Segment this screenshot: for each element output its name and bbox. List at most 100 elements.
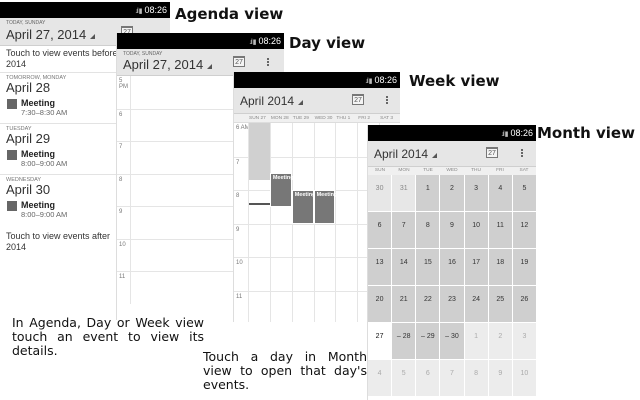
month-day-cell[interactable]: 7: [440, 360, 464, 396]
month-day-cell[interactable]: 14: [392, 249, 416, 285]
month-day-cell[interactable]: 1: [464, 323, 488, 359]
month-day-cell[interactable]: 4: [488, 175, 512, 211]
month-day-cell[interactable]: 17: [464, 249, 488, 285]
month-caption: Month view: [537, 124, 635, 142]
current-date: April 27, 2014: [6, 27, 87, 42]
month-day-cell[interactable]: 11: [488, 212, 512, 248]
date-selector[interactable]: April 27, 2014: [6, 27, 96, 42]
status-time: 08:26: [258, 36, 281, 46]
hour-label: 11: [236, 293, 243, 300]
hour-label: 7: [119, 144, 123, 150]
day-column-divider: [269, 123, 271, 322]
month-selector[interactable]: April 2014: [374, 147, 438, 161]
month-day-cell[interactable]: 25: [488, 286, 512, 322]
week-day-label[interactable]: THU 1: [336, 116, 350, 121]
hour-label: 7: [236, 159, 240, 166]
status-time: 08:26: [374, 75, 397, 85]
month-day-cell[interactable]: – 29: [416, 323, 440, 359]
month-day-cell[interactable]: 3: [512, 323, 536, 359]
month-day-cell[interactable]: 31: [392, 175, 416, 211]
current-time-indicator: [249, 203, 270, 205]
status-bar: .ıl ▮ 08:26: [0, 2, 170, 18]
day-column-divider: [335, 123, 337, 322]
day-column-divider: [357, 123, 359, 322]
month-day-cell[interactable]: 23: [440, 286, 464, 322]
month-day-cell[interactable]: 9: [488, 360, 512, 396]
today-label: TODAY, SUNDAY: [6, 20, 46, 26]
month-day-cell[interactable]: 8: [464, 360, 488, 396]
month-day-cell[interactable]: 2: [440, 175, 464, 211]
hour-label: 11: [119, 274, 126, 280]
hour-label: 10: [119, 241, 126, 248]
week-event[interactable]: Meeting: [291, 190, 315, 224]
week-day-label[interactable]: WED 30: [315, 116, 333, 121]
agenda-caption: Agenda view: [175, 5, 284, 23]
overflow-menu-icon[interactable]: [267, 58, 270, 67]
today-calendar-icon[interactable]: 27: [486, 147, 498, 158]
overflow-menu-icon[interactable]: [386, 96, 389, 105]
month-day-cell[interactable]: 4: [368, 360, 392, 396]
hour-label: 9: [236, 226, 240, 233]
week-caption: Week view: [409, 72, 500, 90]
month-day-cell[interactable]: 20: [368, 286, 392, 322]
weekday-label: FRI: [496, 168, 504, 173]
month-day-cell[interactable]: 18: [488, 249, 512, 285]
month-day-cell[interactable]: 3: [464, 175, 488, 211]
dropdown-arrow-icon: [90, 34, 96, 39]
month-day-cell[interactable]: 6: [368, 212, 392, 248]
signal-icon: .ıl ▮: [135, 8, 142, 15]
week-day-label[interactable]: FRI 2: [358, 116, 370, 121]
weekday-label: SAT: [519, 168, 529, 173]
month-day-cell[interactable]: – 28: [392, 323, 416, 359]
month-day-cell[interactable]: 5: [512, 175, 536, 211]
month-day-cell[interactable]: 22: [416, 286, 440, 322]
month-day-cell[interactable]: 21: [392, 286, 416, 322]
event-color-icon: [7, 99, 17, 109]
month-day-cell[interactable]: 10: [512, 360, 536, 396]
month-day-cell[interactable]: 5: [392, 360, 416, 396]
today-calendar-icon[interactable]: 27: [352, 94, 364, 105]
date-selector[interactable]: April 27, 2014: [123, 57, 213, 72]
month-day-cell[interactable]: – 30: [440, 323, 464, 359]
dropdown-arrow-icon: [207, 64, 213, 69]
month-day-cell[interactable]: 19: [512, 249, 536, 285]
week-event[interactable]: Meeting: [313, 190, 337, 224]
month-day-cell[interactable]: 6: [416, 360, 440, 396]
week-day-label[interactable]: SUN 27: [249, 116, 266, 121]
month-day-cell[interactable]: 10: [464, 212, 488, 248]
month-day-cell[interactable]: 16: [440, 249, 464, 285]
agenda-day-week-note: In Agenda, Day or Week view touch an eve…: [12, 315, 204, 358]
status-bar: .ıl ▮ 08:26: [117, 33, 284, 49]
month-day-cell[interactable]: 1: [416, 175, 440, 211]
month-day-cell[interactable]: 2: [488, 323, 512, 359]
current-date: April 27, 2014: [123, 57, 204, 72]
month-app-bar: April 2014 27: [368, 141, 536, 167]
event-color-icon: [7, 150, 17, 160]
month-day-cell[interactable]: 8: [416, 212, 440, 248]
hour-label: 6: [119, 111, 123, 118]
month-day-cell[interactable]: 26: [512, 286, 536, 322]
month-day-cell[interactable]: 24: [464, 286, 488, 322]
day-caption: Day view: [289, 34, 366, 52]
hour-label: 8: [236, 193, 240, 199]
signal-icon: .ıl ▮: [249, 39, 256, 46]
overflow-menu-icon[interactable]: [521, 149, 524, 158]
month-selector[interactable]: April 2014: [240, 94, 304, 108]
week-day-label[interactable]: SAT 3: [380, 116, 393, 121]
week-day-label[interactable]: MON 28: [271, 116, 289, 121]
month-day-cell[interactable]: 30: [368, 175, 392, 211]
weekday-label: WED: [446, 168, 458, 173]
status-time: 08:26: [510, 128, 533, 138]
hour-label: 9: [119, 209, 123, 215]
week-day-label[interactable]: TUE 29: [293, 116, 309, 121]
today-calendar-icon[interactable]: 27: [233, 56, 245, 67]
month-day-cell[interactable]: 27: [368, 323, 392, 359]
month-day-cell[interactable]: 12: [512, 212, 536, 248]
month-day-cell[interactable]: 13: [368, 249, 392, 285]
month-day-cell[interactable]: 15: [416, 249, 440, 285]
signal-icon: .ıl ▮: [365, 78, 372, 85]
month-day-cell[interactable]: 7: [392, 212, 416, 248]
week-event[interactable]: Meeting: [269, 173, 294, 207]
hour-label: 5 PM: [119, 78, 128, 90]
month-day-cell[interactable]: 9: [440, 212, 464, 248]
